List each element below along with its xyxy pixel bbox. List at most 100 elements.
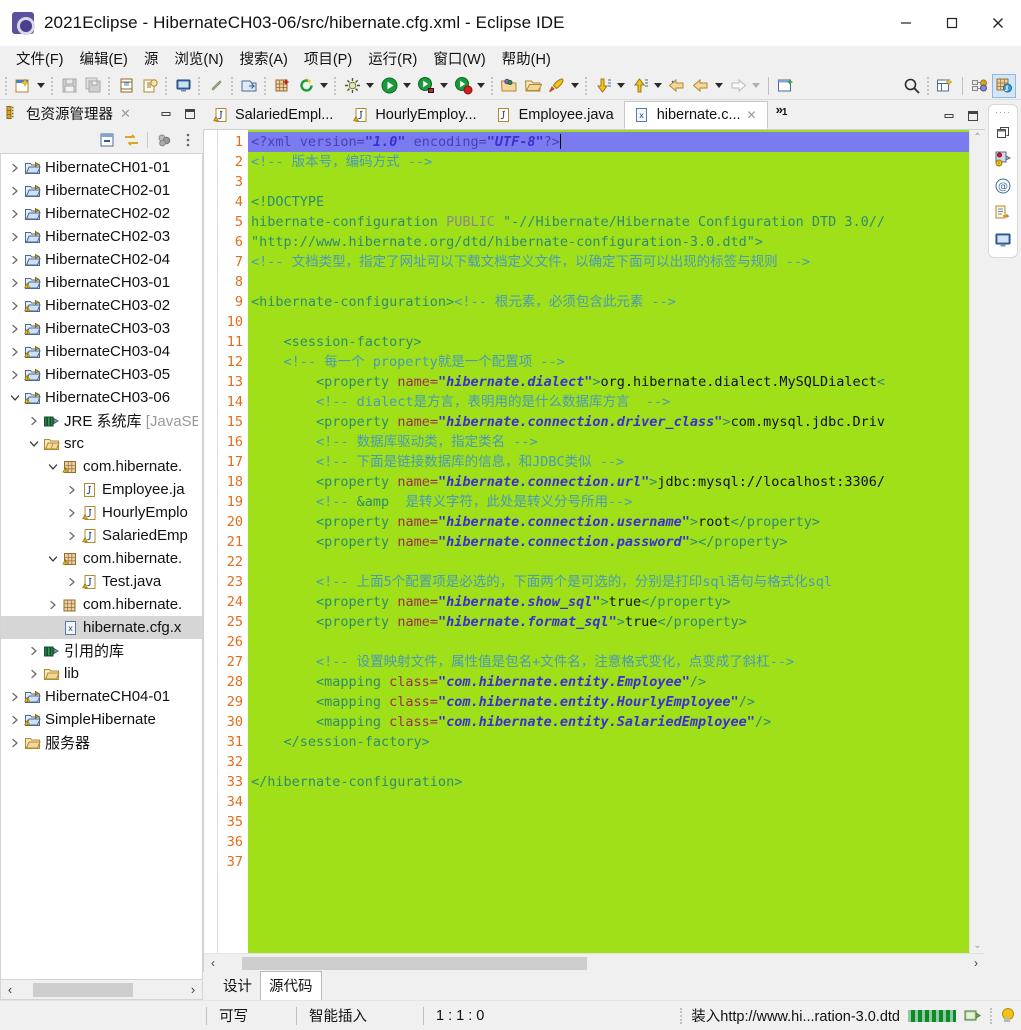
package-explorer-hscrollbar[interactable]: ‹ › — [0, 980, 203, 1000]
chevron-right-icon[interactable] — [7, 685, 23, 708]
code-line[interactable]: <property name="hibernate.connection.url… — [248, 472, 969, 492]
new-perspective-icon[interactable] — [934, 75, 956, 97]
hscroll-track[interactable] — [19, 981, 184, 999]
tab-package-explorer[interactable]: 包资源管理器 ✕ — [0, 100, 135, 127]
minimize-view-icon[interactable] — [155, 103, 177, 125]
restore-icon[interactable] — [992, 121, 1014, 143]
code-line[interactable] — [248, 812, 969, 832]
menu-run[interactable]: 运行(R) — [360, 46, 425, 71]
chevron-right-icon[interactable] — [7, 271, 23, 294]
previous-annotation-icon[interactable] — [629, 75, 651, 97]
code-line[interactable]: <property name="hibernate.dialect">org.h… — [248, 372, 969, 392]
tree-item[interactable]: ! HibernateCH03-01 — [1, 271, 202, 294]
menu-help[interactable]: 帮助(H) — [494, 46, 559, 71]
next-annotation-dropdown-icon[interactable] — [615, 75, 627, 97]
code-line[interactable]: <!-- 文档类型，指定了网址可以下载文档定义文件，以确定下面可以出现的标签与规… — [248, 252, 969, 272]
editor-tab[interactable]: x hibernate.c... ✕ — [623, 101, 768, 129]
tree-item[interactable]: ! HourlyEmplo — [1, 501, 202, 524]
code-line[interactable] — [248, 832, 969, 852]
search-icon[interactable] — [901, 75, 923, 97]
tree-item[interactable]: ! Test.java — [1, 570, 202, 593]
code-line[interactable] — [248, 852, 969, 872]
run-server-dropdown-icon[interactable] — [438, 75, 450, 97]
console-icon[interactable] — [172, 75, 194, 97]
new-java-package-icon[interactable] — [271, 75, 293, 97]
code-line[interactable]: <hibernate-configuration><!-- 根元素，必须包含此元… — [248, 292, 969, 312]
chevron-right-icon[interactable] — [7, 340, 23, 363]
chevron-right-icon[interactable] — [7, 294, 23, 317]
editor-tab[interactable]: ! HourlyEmploy... — [343, 101, 487, 129]
code-line[interactable]: <!-- 下面是链接数据库的信息，和JDBC类似 --> — [248, 452, 969, 472]
tree-item[interactable]: HibernateCH01-01 — [1, 156, 202, 179]
chevron-right-icon[interactable] — [26, 409, 42, 432]
code-line[interactable]: <mapping class="com.hibernate.entity.Emp… — [248, 672, 969, 692]
menu-project[interactable]: 项目(P) — [296, 46, 360, 71]
run-dropdown-icon[interactable] — [401, 75, 413, 97]
editor-tab[interactable]: ! SalariedEmpl... — [203, 101, 344, 129]
code-line[interactable]: <mapping class="com.hibernate.entity.Sal… — [248, 712, 969, 732]
editor-hscrollbar[interactable]: ‹ › — [203, 953, 985, 972]
tab-overflow-chevron-icon[interactable]: » 1 — [768, 101, 795, 129]
link-icon[interactable] — [205, 75, 227, 97]
new-wizard-icon[interactable] — [12, 75, 34, 97]
scroll-right-icon[interactable]: › — [184, 981, 202, 999]
maximize-view-icon[interactable] — [179, 103, 201, 125]
tree-item[interactable]: Employee.ja — [1, 478, 202, 501]
minimize-editor-icon[interactable] — [939, 106, 959, 126]
tree-item[interactable]: ! HibernateCH03-04 — [1, 340, 202, 363]
menu-navigate[interactable]: 浏览(N) — [166, 46, 231, 71]
tree-item[interactable]: ! com.hibernate. — [1, 455, 202, 478]
scroll-up-icon[interactable]: ⌃ — [973, 132, 981, 143]
code-line[interactable] — [248, 632, 969, 652]
code-line[interactable]: <property name="hibernate.connection.dri… — [248, 412, 969, 432]
minimize-button[interactable] — [883, 0, 929, 46]
package-explorer-tree[interactable]: HibernateCH01-01 HibernateCH02-01 Hibernat… — [0, 153, 203, 980]
code-line[interactable]: <property name="hibernate.show_sql">true… — [248, 592, 969, 612]
tree-item[interactable]: HibernateCH02-02 — [1, 202, 202, 225]
chevron-right-icon[interactable] — [7, 179, 23, 202]
new-wizard-dropdown-icon[interactable] — [35, 75, 47, 97]
code-line[interactable]: <!-- &amp 是转义字符，此处是转义分号所用--> — [248, 492, 969, 512]
tree-item[interactable]: ! com.hibernate. — [1, 547, 202, 570]
code-content[interactable]: <?xml version="1.0" encoding="UTF-8"?> <!… — [248, 130, 969, 953]
refresh-dropdown-icon[interactable] — [318, 75, 330, 97]
run-icon[interactable] — [378, 75, 400, 97]
chevron-right-icon[interactable] — [64, 478, 80, 501]
open-folder-icon[interactable] — [498, 75, 520, 97]
code-line[interactable] — [248, 312, 969, 332]
open-project-icon[interactable] — [522, 75, 544, 97]
xml-source-editor[interactable]: 1 2 3 4 5 6 7 8 9 10 11 12 13 14 15 16 17 18 19 20 21 22 23 24 2… — [203, 130, 985, 953]
chevron-right-icon[interactable] — [7, 363, 23, 386]
chevron-right-icon[interactable] — [7, 708, 23, 731]
code-line[interactable]: <!-- 上面5个配置项是必选的，下面两个是可选的，分别是打印sql语句与格式化… — [248, 572, 969, 592]
code-line[interactable]: <!-- dialect是方言，表明用的是什么数据库方言 --> — [248, 392, 969, 412]
chevron-right-icon[interactable] — [26, 639, 42, 662]
tree-item[interactable]: x hibernate.cfg.x — [1, 616, 202, 639]
view-menu-icon[interactable] — [153, 129, 175, 151]
editor-tab[interactable]: Employee.java — [486, 101, 624, 129]
maximize-button[interactable] — [929, 0, 975, 46]
tree-item[interactable]: / src — [1, 432, 202, 455]
tab-source[interactable]: 源代码 — [260, 971, 322, 1000]
chevron-right-icon[interactable] — [64, 501, 80, 524]
chevron-right-icon[interactable] — [7, 202, 23, 225]
tree-item[interactable]: ! HibernateCH04-01 — [1, 685, 202, 708]
stop-server-icon[interactable] — [452, 75, 474, 97]
menu-source[interactable]: 源 — [136, 46, 167, 71]
code-line[interactable]: <mapping class="com.hibernate.entity.Hou… — [248, 692, 969, 712]
editor-hscroll-track[interactable] — [222, 955, 967, 972]
scroll-left-icon[interactable]: ‹ — [1, 981, 19, 999]
code-line[interactable]: <property name="hibernate.connection.pas… — [248, 532, 969, 552]
chevron-right-icon[interactable] — [7, 225, 23, 248]
background-operations-icon[interactable] — [962, 1005, 984, 1027]
code-line[interactable]: <property name="hibernate.format_sql">tr… — [248, 612, 969, 632]
close-icon[interactable]: ✕ — [747, 108, 757, 122]
javaee-perspective-icon[interactable] — [992, 73, 1016, 98]
chevron-right-icon[interactable] — [64, 570, 80, 593]
menu-search[interactable]: 搜索(A) — [232, 46, 296, 71]
save-icon[interactable] — [58, 75, 80, 97]
tree-item[interactable]: HibernateCH02-04 — [1, 248, 202, 271]
chevron-right-icon[interactable] — [45, 593, 61, 616]
tree-item[interactable]: ! HibernateCH03-05 — [1, 363, 202, 386]
editor-hscroll-thumb[interactable] — [242, 956, 587, 970]
